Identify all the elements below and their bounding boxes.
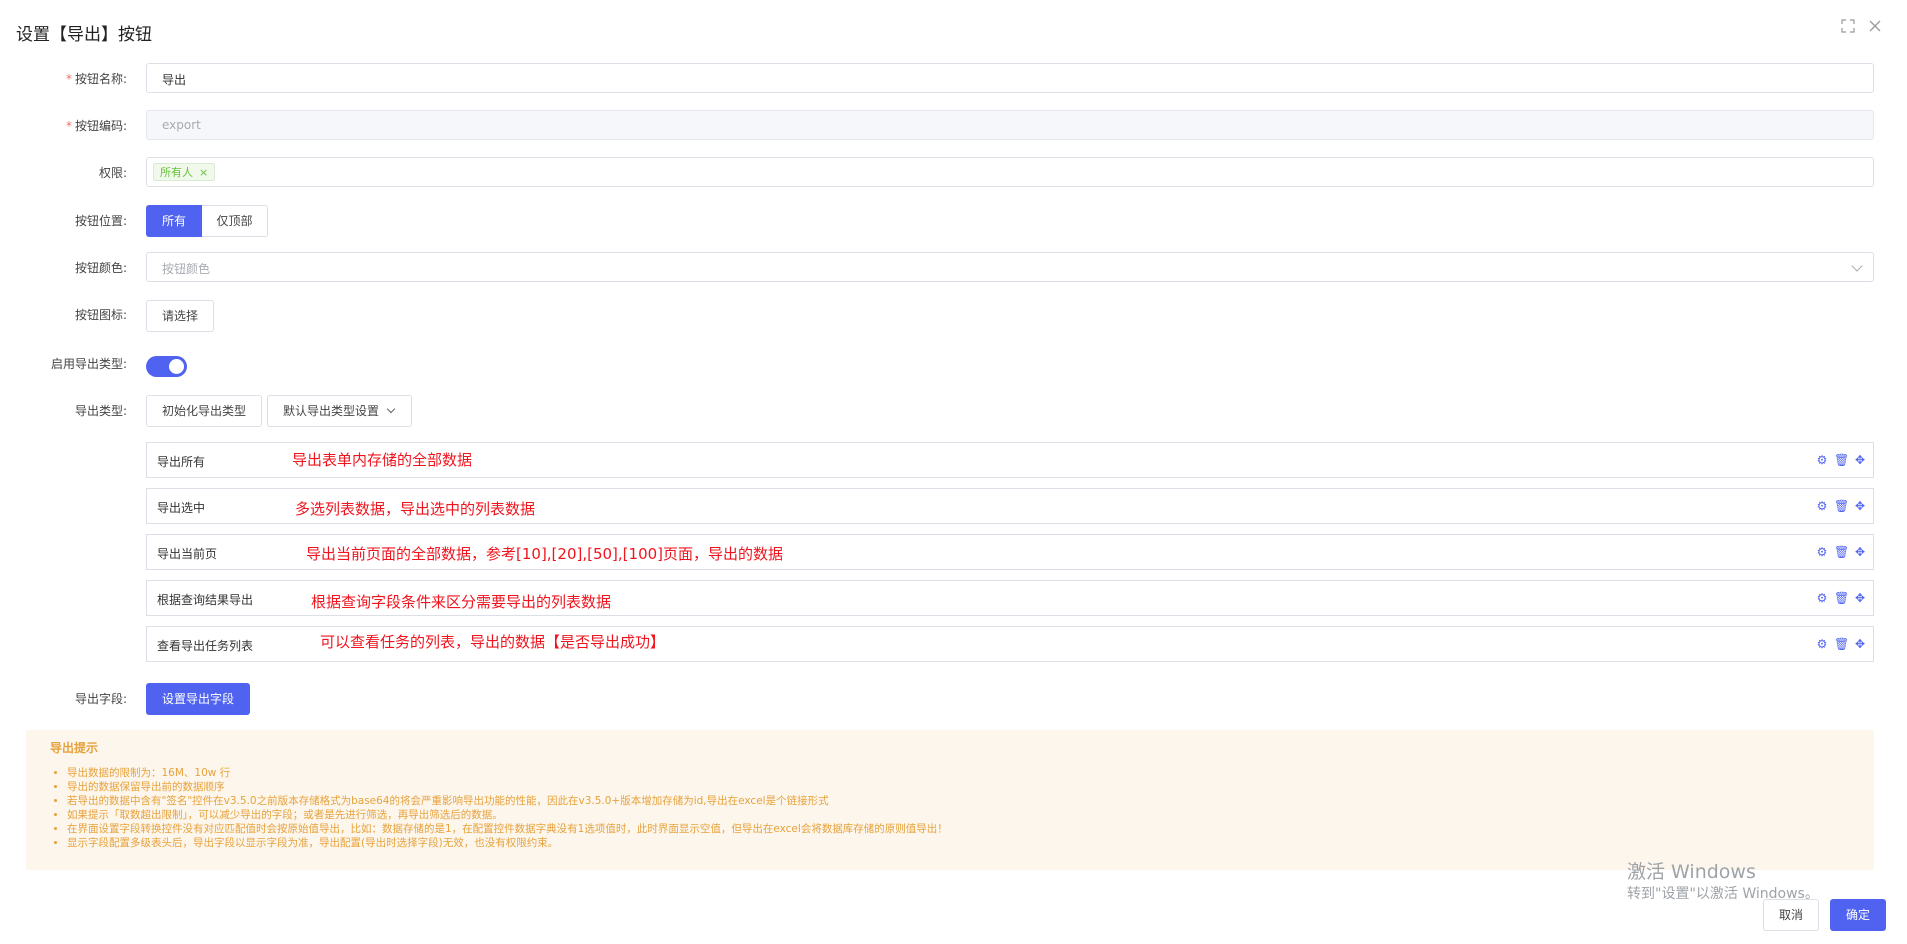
color-placeholder: 按钮颜色 [162, 262, 211, 276]
export-type-row: 根据查询结果导出 根据查询字段条件来区分需要导出的列表数据 ⚙ 🗑 ✥ [146, 580, 1874, 616]
required-mark: * [65, 72, 72, 86]
dialog-title: 设置【导出】按钮 [16, 25, 152, 45]
annotation-note: 根据查询字段条件来区分需要导出的列表数据 [311, 593, 612, 611]
annotation-note: 可以查看任务的列表，导出的数据【是否导出成功】 [320, 633, 666, 651]
trash-icon[interactable]: 🗑 [1834, 591, 1849, 605]
icon-select-button[interactable]: 请选择 [146, 300, 214, 332]
permission-select[interactable]: 所有人 × [146, 157, 1874, 187]
export-type-row-label: 导出选中 [157, 501, 206, 515]
export-tips-list: 导出数据的限制为：16M、10w 行 导出的数据保留导出前的数据顺序 若导出的数… [50, 766, 948, 850]
button-code-label-text: 按钮编码: [74, 119, 127, 133]
move-icon[interactable]: ✥ [1853, 637, 1867, 651]
export-type-label: 导出类型: [74, 404, 127, 418]
position-label: 按钮位置: [74, 214, 127, 228]
permission-tag: 所有人 × [153, 163, 216, 181]
export-type-row: 导出当前页 导出当前页面的全部数据，参考[10],[20],[50],[100]… [146, 534, 1874, 570]
cancel-button[interactable]: 取消 [1763, 899, 1819, 931]
position-option-top-only[interactable]: 仅顶部 [202, 205, 268, 237]
trash-icon[interactable]: 🗑 [1834, 637, 1849, 651]
init-export-type-button[interactable]: 初始化导出类型 [146, 395, 262, 427]
set-export-fields-button[interactable]: 设置导出字段 [146, 683, 250, 715]
row-actions: ⚙ 🗑 ✥ [1815, 453, 1867, 467]
button-code-label: * 按钮编码: [0, 117, 127, 134]
export-tips-title: 导出提示 [50, 741, 99, 755]
gear-icon[interactable]: ⚙ [1815, 637, 1829, 651]
gear-icon[interactable]: ⚙ [1815, 545, 1829, 559]
chevron-down-icon [1851, 260, 1863, 272]
row-actions: ⚙ 🗑 ✥ [1815, 545, 1867, 559]
permission-label: 权限: [98, 166, 127, 180]
permission-tag-text: 所有人 [160, 166, 193, 179]
position-option-all[interactable]: 所有 [146, 205, 202, 237]
row-actions: ⚙ 🗑 ✥ [1815, 637, 1867, 651]
enable-export-type-label: 启用导出类型: [50, 357, 127, 371]
fullscreen-icon-svg [1841, 19, 1855, 33]
icon-label: 按钮图标: [74, 308, 127, 322]
export-type-row-label: 导出当前页 [157, 547, 218, 561]
color-label: 按钮颜色: [74, 261, 127, 275]
export-type-row: 导出选中 多选列表数据，导出选中的列表数据 ⚙ 🗑 ✥ [146, 488, 1874, 524]
windows-activation-watermark: 激活 Windows [1627, 861, 1756, 883]
export-tips-box: 导出提示 导出数据的限制为：16M、10w 行 导出的数据保留导出前的数据顺序 … [26, 730, 1874, 870]
button-name-label: * 按钮名称: [0, 70, 127, 87]
tip-item: 在界面设置字段转换控件没有对应匹配值时会按原始值导出，比如：数据存储的是1，在配… [67, 822, 948, 836]
button-name-value: 导出 [162, 73, 187, 87]
row-actions: ⚙ 🗑 ✥ [1815, 591, 1867, 605]
export-type-row: 导出所有 导出表单内存储的全部数据 ⚙ 🗑 ✥ [146, 442, 1874, 478]
default-export-type-label: 默认导出类型设置 [283, 404, 380, 418]
export-fields-label: 导出字段: [74, 692, 127, 706]
move-icon[interactable]: ✥ [1853, 545, 1867, 559]
close-icon-svg [1869, 20, 1881, 32]
default-export-type-button[interactable]: 默认导出类型设置 [267, 395, 412, 427]
trash-icon[interactable]: 🗑 [1834, 499, 1849, 513]
row-actions: ⚙ 🗑 ✥ [1815, 499, 1867, 513]
gear-icon[interactable]: ⚙ [1815, 453, 1829, 467]
tip-item: 导出的数据保留导出前的数据顺序 [67, 780, 948, 794]
export-type-row: 查看导出任务列表 可以查看任务的列表，导出的数据【是否导出成功】 ⚙ 🗑 ✥ [146, 626, 1874, 662]
confirm-button[interactable]: 确定 [1830, 899, 1886, 931]
move-icon[interactable]: ✥ [1853, 591, 1867, 605]
gear-icon[interactable]: ⚙ [1815, 499, 1829, 513]
color-select[interactable]: 按钮颜色 [146, 252, 1874, 282]
button-name-input[interactable]: 导出 [146, 63, 1874, 93]
switch-knob [169, 359, 184, 374]
move-icon[interactable]: ✥ [1853, 499, 1867, 513]
close-icon[interactable] [1866, 19, 1884, 37]
tip-item: 显示字段配置多级表头后，导出字段以显示字段为准，导出配置(导出时选择字段)无效，… [67, 836, 948, 850]
fullscreen-icon[interactable] [1839, 19, 1857, 37]
export-type-row-label: 根据查询结果导出 [157, 593, 254, 607]
tip-item: 导出数据的限制为：16M、10w 行 [67, 766, 948, 780]
annotation-note: 多选列表数据，导出选中的列表数据 [295, 500, 536, 518]
enable-export-type-switch[interactable] [146, 356, 187, 377]
trash-icon[interactable]: 🗑 [1834, 453, 1849, 467]
annotation-note: 导出表单内存储的全部数据 [292, 451, 473, 469]
annotation-note: 导出当前页面的全部数据，参考[10],[20],[50],[100]页面，导出的… [306, 545, 784, 563]
tip-item: 若导出的数据中含有"签名"控件在v3.5.0之前版本存储格式为base64的将会… [67, 794, 948, 808]
required-mark: * [65, 119, 72, 133]
chevron-down-icon [386, 404, 396, 414]
tag-close-icon[interactable]: × [199, 166, 208, 179]
move-icon[interactable]: ✥ [1853, 453, 1867, 467]
export-type-row-label: 查看导出任务列表 [157, 639, 254, 653]
button-name-label-text: 按钮名称: [74, 72, 127, 86]
button-code-input: export [146, 110, 1874, 140]
button-code-value: export [162, 118, 201, 132]
export-type-row-label: 导出所有 [157, 455, 206, 469]
tip-item: 如果提示「取数超出限制」，可以减少导出的字段；或者是先进行筛选，再导出筛选后的数… [67, 808, 948, 822]
gear-icon[interactable]: ⚙ [1815, 591, 1829, 605]
trash-icon[interactable]: 🗑 [1834, 545, 1849, 559]
